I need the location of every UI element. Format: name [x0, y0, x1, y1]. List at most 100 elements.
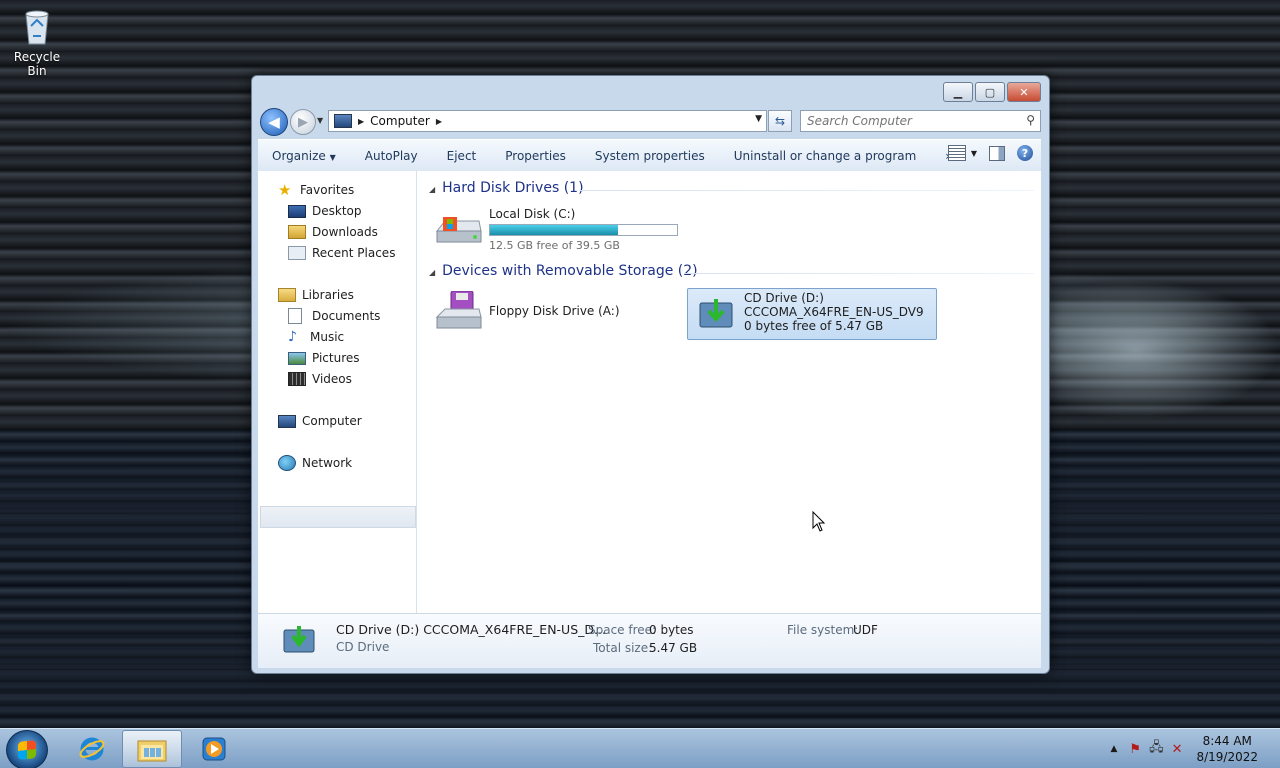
nav-recent-places[interactable]: Recent Places — [288, 243, 395, 263]
videos-icon — [288, 372, 306, 386]
breadcrumb-computer[interactable]: Computer — [370, 114, 430, 128]
show-hidden-icons-button[interactable]: ▲ — [1110, 744, 1117, 754]
search-input[interactable] — [801, 111, 1014, 131]
nav-recent-places-label: Recent Places — [312, 246, 396, 260]
recent-pages-dropdown[interactable]: ▼ — [317, 116, 323, 125]
nav-libraries-label: Libraries — [302, 288, 354, 302]
computer-icon — [334, 114, 352, 128]
nav-pictures[interactable]: Pictures — [288, 348, 360, 368]
recycle-bin-label: Recycle Bin — [13, 50, 61, 78]
nav-computer[interactable]: Computer — [278, 411, 362, 431]
autoplay-button[interactable]: AutoPlay — [351, 149, 433, 163]
collapse-triangle-icon[interactable]: ◢ — [429, 268, 435, 277]
file-system-label: File system: — [787, 623, 859, 637]
volume-muted-icon[interactable]: ✕ — [1172, 742, 1183, 757]
recycle-bin-shortcut[interactable]: Recycle Bin — [4, 6, 70, 78]
nav-selection-highlight — [260, 506, 416, 528]
group-header-hdd[interactable]: ◢ Hard Disk Drives (1) — [429, 180, 584, 196]
pictures-icon — [288, 351, 306, 365]
taskbar-windows-explorer[interactable] — [122, 730, 182, 768]
address-dropdown-icon[interactable]: ▼ — [755, 114, 762, 124]
file-system-value: UDF — [853, 623, 878, 637]
drive-floppy-a[interactable]: Floppy Disk Drive (A:) — [435, 290, 620, 331]
chevron-down-icon: ▼ — [329, 152, 336, 162]
command-bar: Organize ▼ AutoPlay Eject Properties Sys… — [258, 139, 1041, 172]
nav-desktop-label: Desktop — [312, 204, 362, 218]
nav-favorites[interactable]: ★ Favorites — [278, 180, 354, 200]
nav-documents[interactable]: Documents — [288, 306, 380, 326]
nav-pictures-label: Pictures — [312, 351, 360, 365]
drive-local-disk-c[interactable]: Local Disk (C:) 12.5 GB free of 39.5 GB — [435, 207, 678, 252]
explorer-window[interactable]: ▁ ▢ ✕ ◀ ▶ ▼ ▶ Computer ▶ ▼ ⇆ ⚲ Organize … — [251, 75, 1050, 674]
group-removable-label: Devices with Removable Storage (2) — [442, 263, 698, 279]
floppy-disk-icon — [435, 290, 483, 331]
clock[interactable]: 8:44 AM 8/19/2022 — [1196, 733, 1258, 765]
back-button[interactable]: ◀ — [260, 108, 288, 136]
drive-c-free-space: 12.5 GB free of 39.5 GB — [489, 239, 620, 252]
close-button[interactable]: ✕ — [1007, 82, 1041, 102]
content-pane: ◢ Hard Disk Drives (1) Local Disk (C:) 12… — [417, 171, 1041, 613]
taskbar-media-player[interactable] — [184, 730, 244, 768]
forward-button[interactable]: ▶ — [290, 109, 316, 135]
nav-documents-label: Documents — [312, 309, 381, 323]
libraries-icon — [278, 288, 296, 302]
help-button[interactable]: ? — [1017, 145, 1033, 161]
drive-cd-d[interactable]: CD Drive (D:) CCCOMA_X64FRE_EN-US_DV9 0 … — [687, 288, 937, 340]
details-pane: CD Drive (D:) CCCOMA_X64FRE_EN-US_D... C… — [258, 613, 1041, 668]
collapse-triangle-icon[interactable]: ◢ — [429, 185, 435, 194]
details-title: CD Drive (D:) CCCOMA_X64FRE_EN-US_D... — [336, 622, 606, 637]
organize-button[interactable]: Organize ▼ — [258, 149, 351, 163]
minimize-button[interactable]: ▁ — [943, 82, 973, 102]
documents-icon — [288, 308, 302, 324]
drive-d-free-space: 0 bytes free of 5.47 GB — [744, 319, 884, 333]
breadcrumb-chevron-icon[interactable]: ▶ — [436, 117, 442, 126]
network-status-icon[interactable]: 🖧 — [1149, 738, 1164, 760]
nav-videos-label: Videos — [312, 372, 352, 386]
group-divider — [684, 273, 1034, 274]
nav-videos[interactable]: Videos — [288, 369, 352, 389]
system-tray: ▲ ⚑ 🖧 ✕ 8:44 AM 8/19/2022 — [1110, 729, 1280, 768]
media-player-icon — [202, 737, 226, 761]
uninstall-program-button[interactable]: Uninstall or change a program — [720, 149, 932, 163]
mouse-cursor-icon — [812, 510, 826, 536]
taskbar: ▲ ⚑ 🖧 ✕ 8:44 AM 8/19/2022 — [0, 728, 1280, 768]
forward-arrow-icon: ▶ — [298, 114, 308, 130]
star-icon: ★ — [278, 181, 292, 199]
group-header-removable[interactable]: ◢ Devices with Removable Storage (2) — [429, 263, 698, 279]
properties-button[interactable]: Properties — [491, 149, 581, 163]
organize-label: Organize — [272, 148, 326, 163]
music-icon: ♪ — [288, 329, 297, 345]
hard-disk-icon — [435, 215, 483, 251]
search-box[interactable]: ⚲ — [800, 110, 1041, 132]
nav-network[interactable]: Network — [278, 453, 352, 473]
system-properties-button[interactable]: System properties — [581, 149, 720, 163]
refresh-icon: ⇆ — [774, 114, 786, 128]
cd-drive-icon — [696, 295, 736, 331]
network-icon — [278, 455, 296, 471]
nav-network-label: Network — [302, 456, 353, 470]
taskbar-internet-explorer[interactable] — [62, 730, 122, 768]
change-view-button[interactable]: ▼ — [947, 145, 977, 161]
eject-button[interactable]: Eject — [433, 149, 492, 163]
drive-c-usage-bar — [489, 224, 678, 236]
nav-libraries[interactable]: Libraries — [278, 285, 354, 305]
nav-downloads[interactable]: Downloads — [288, 222, 378, 242]
address-bar[interactable]: ▶ Computer ▶ ▼ — [328, 110, 767, 132]
preview-pane-button[interactable] — [989, 145, 1005, 161]
refresh-button[interactable]: ⇆ — [768, 110, 792, 132]
folder-icon — [137, 740, 167, 762]
nav-downloads-label: Downloads — [312, 225, 378, 239]
breadcrumb-chevron-icon[interactable]: ▶ — [358, 117, 364, 126]
maximize-button[interactable]: ▢ — [975, 82, 1005, 102]
nav-desktop[interactable]: Desktop — [288, 201, 362, 221]
total-size-label: Total size: — [593, 641, 653, 655]
recycle-bin-icon — [21, 6, 53, 46]
action-center-flag-icon[interactable]: ⚑ — [1129, 742, 1141, 757]
start-button[interactable] — [6, 730, 48, 768]
drive-c-name: Local Disk (C:) — [489, 207, 576, 221]
nav-favorites-label: Favorites — [300, 183, 355, 197]
view-icon — [947, 145, 966, 161]
search-icon[interactable]: ⚲ — [1026, 113, 1035, 127]
nav-music[interactable]: ♪ Music — [288, 327, 344, 347]
internet-explorer-icon — [79, 737, 105, 761]
